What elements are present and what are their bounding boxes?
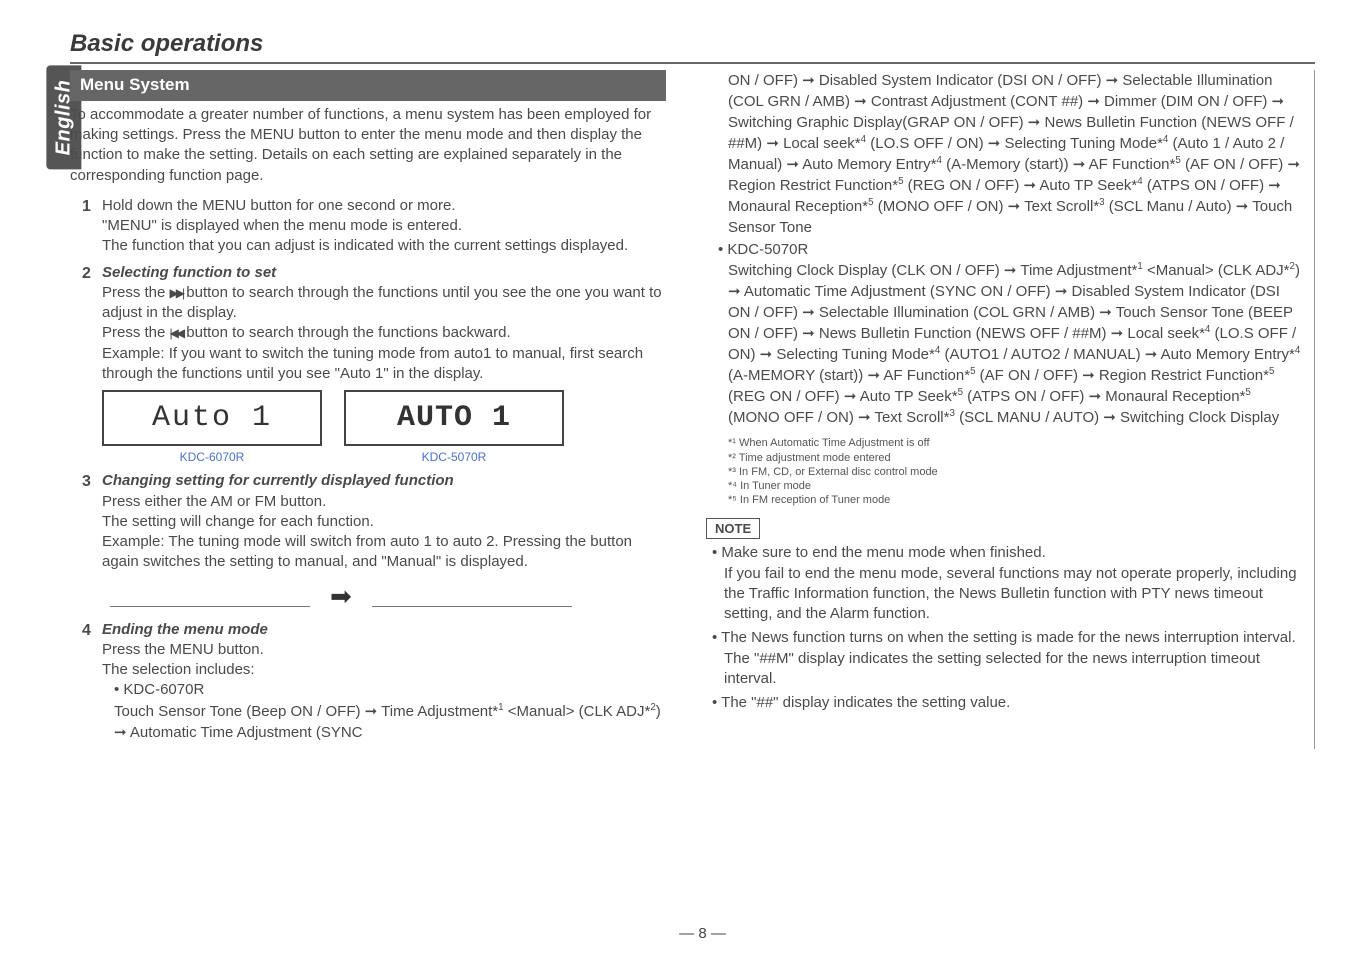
lcd-label-2: KDC-5070R (344, 449, 564, 465)
note-1: Make sure to end the menu mode when fini… (724, 543, 1302, 624)
section-header: Menu System (70, 70, 666, 101)
note-label: NOTE (706, 518, 760, 540)
rf-1f: (REG ON / OFF) ➞ Auto TP Seek* (904, 177, 1138, 194)
step-3-text: Press either the AM or FM button. The se… (102, 492, 666, 573)
footnote-5: *⁵ In FM reception of Tuner mode (728, 493, 1302, 507)
step-2-text-2: Press the |◀◀ button to search through t… (102, 323, 666, 343)
page-title: Basic operations (70, 30, 1315, 64)
note-2: The News function turns on when the sett… (724, 628, 1302, 689)
step-2-number: 2 (82, 263, 102, 385)
flow-c: <Manual> (CLK ADJ* (504, 703, 651, 720)
lcd-mockups: Auto 1 KDC-6070R AUTO 1 KDC-5070R (102, 390, 666, 465)
footnotes: *¹ When Automatic Time Adjustment is off… (728, 436, 1302, 507)
rf-1h: (MONO OFF / ON) ➞ Text Scroll* (874, 198, 1100, 215)
rf2-b: <Manual> (CLK ADJ* (1143, 262, 1290, 279)
sup-2: 2 (650, 702, 655, 713)
model1-continued: ON / OFF) ➞ Disabled System Indicator (D… (728, 70, 1302, 238)
rf2-j: (MONO OFF / ON) ➞ Text Scroll* (728, 409, 949, 426)
rf2-sup-5b: 5 (1269, 366, 1274, 377)
footnote-2: *² Time adjustment mode entered (728, 451, 1302, 465)
step-2-example: Example: If you want to switch the tunin… (102, 344, 666, 385)
lcd-display-2: AUTO 1 (344, 390, 564, 446)
step-2-text-1b: button to search through the functions u… (102, 284, 662, 321)
page-number: — 8 — (50, 925, 1355, 942)
step-4-model1-flow: Touch Sensor Tone (Beep ON / OFF) ➞ Time… (114, 701, 666, 743)
step-3-number: 3 (82, 471, 102, 572)
step-4: 4 Ending the menu mode Press the MENU bu… (82, 620, 666, 743)
step-2: 2 Selecting function to set Press the ▶▶… (82, 263, 666, 385)
rf2-f: (A-MEMORY (start)) ➞ AF Function* (728, 367, 970, 384)
rf2-a: Switching Clock Display (CLK ON / OFF) ➞… (728, 262, 1137, 279)
rf-1d: (A-Memory (start)) ➞ AF Function* (942, 156, 1175, 173)
step-4-title: Ending the menu mode (102, 620, 666, 640)
step-4-number: 4 (82, 620, 102, 743)
rf2-i: (ATPS ON / OFF) ➞ Monaural Reception* (963, 388, 1245, 405)
model2-flow: Switching Clock Display (CLK ON / OFF) ➞… (728, 260, 1302, 428)
arrow-box-left (110, 585, 310, 607)
intro-text: To accommodate a greater number of funct… (70, 105, 666, 186)
step-4-line2: The selection includes: (102, 660, 666, 680)
step-1: 1 Hold down the MENU button for one seco… (82, 196, 666, 257)
step-2-text-1: Press the ▶▶| button to search through t… (102, 283, 666, 324)
model2-label: KDC-5070R (727, 241, 808, 258)
lcd-label-1: KDC-6070R (102, 449, 322, 465)
rf-1b: (LO.S OFF / ON) ➞ Selecting Tuning Mode* (866, 135, 1163, 152)
footnote-1: *¹ When Automatic Time Adjustment is off (728, 436, 1302, 450)
lcd-mockup-1: Auto 1 KDC-6070R (102, 390, 322, 465)
step-1-number: 1 (82, 196, 102, 257)
lcd-mockup-2: AUTO 1 KDC-5070R (344, 390, 564, 465)
arrow-right-icon: ➡ (330, 579, 352, 614)
arrow-box-right (372, 585, 572, 607)
footnote-4: *⁴ In Tuner mode (728, 479, 1302, 493)
step-4-model1: • KDC-6070R (114, 680, 666, 700)
rf2-sup-5d: 5 (1245, 387, 1250, 398)
left-column: Menu System To accommodate a greater num… (70, 70, 676, 749)
rf2-g: (AF ON / OFF) ➞ Region Restrict Function… (976, 367, 1269, 384)
step-3-title: Changing setting for currently displayed… (102, 471, 666, 491)
lcd-display-1: Auto 1 (102, 390, 322, 446)
language-tab: English (0, 0, 50, 954)
flow-d: Automatic Time Adjustment (SYNC (130, 724, 363, 741)
next-track-icon: ▶▶| (170, 285, 183, 301)
step-2-title: Selecting function to set (102, 263, 666, 283)
model2-bullet: • KDC-5070R (718, 240, 1302, 260)
flow-b: Time Adjustment* (381, 703, 498, 720)
step-3: 3 Changing setting for currently display… (82, 471, 666, 572)
right-column: ON / OFF) ➞ Disabled System Indicator (D… (696, 70, 1315, 749)
rf2-e: (AUTO1 / AUTO2 / MANUAL) ➞ Auto Memory E… (940, 346, 1295, 363)
step-2-text-2b: button to search through the functions b… (182, 324, 511, 341)
arrow-row: ➡ (110, 579, 666, 614)
rf2-k: (SCL MANU / AUTO) ➞ Switching Clock Disp… (955, 409, 1279, 426)
flow-a: Touch Sensor Tone (Beep ON / OFF) (114, 703, 361, 720)
step-4-line1: Press the MENU button. (102, 640, 666, 660)
note-3: The "##" display indicates the setting v… (724, 693, 1302, 713)
step-2-text-1a: Press the (102, 284, 170, 301)
step-4-model1-label: KDC-6070R (123, 681, 204, 698)
rf2-h: (REG ON / OFF) ➞ Auto TP Seek* (728, 388, 958, 405)
rf2-sup-4c: 4 (1295, 345, 1300, 356)
prev-track-icon: |◀◀ (170, 325, 183, 341)
notes-list: Make sure to end the menu mode when fini… (706, 543, 1302, 713)
step-1-text: Hold down the MENU button for one second… (102, 196, 666, 257)
step-2-text-2a: Press the (102, 324, 170, 341)
footnote-3: *³ In FM, CD, or External disc control m… (728, 465, 1302, 479)
